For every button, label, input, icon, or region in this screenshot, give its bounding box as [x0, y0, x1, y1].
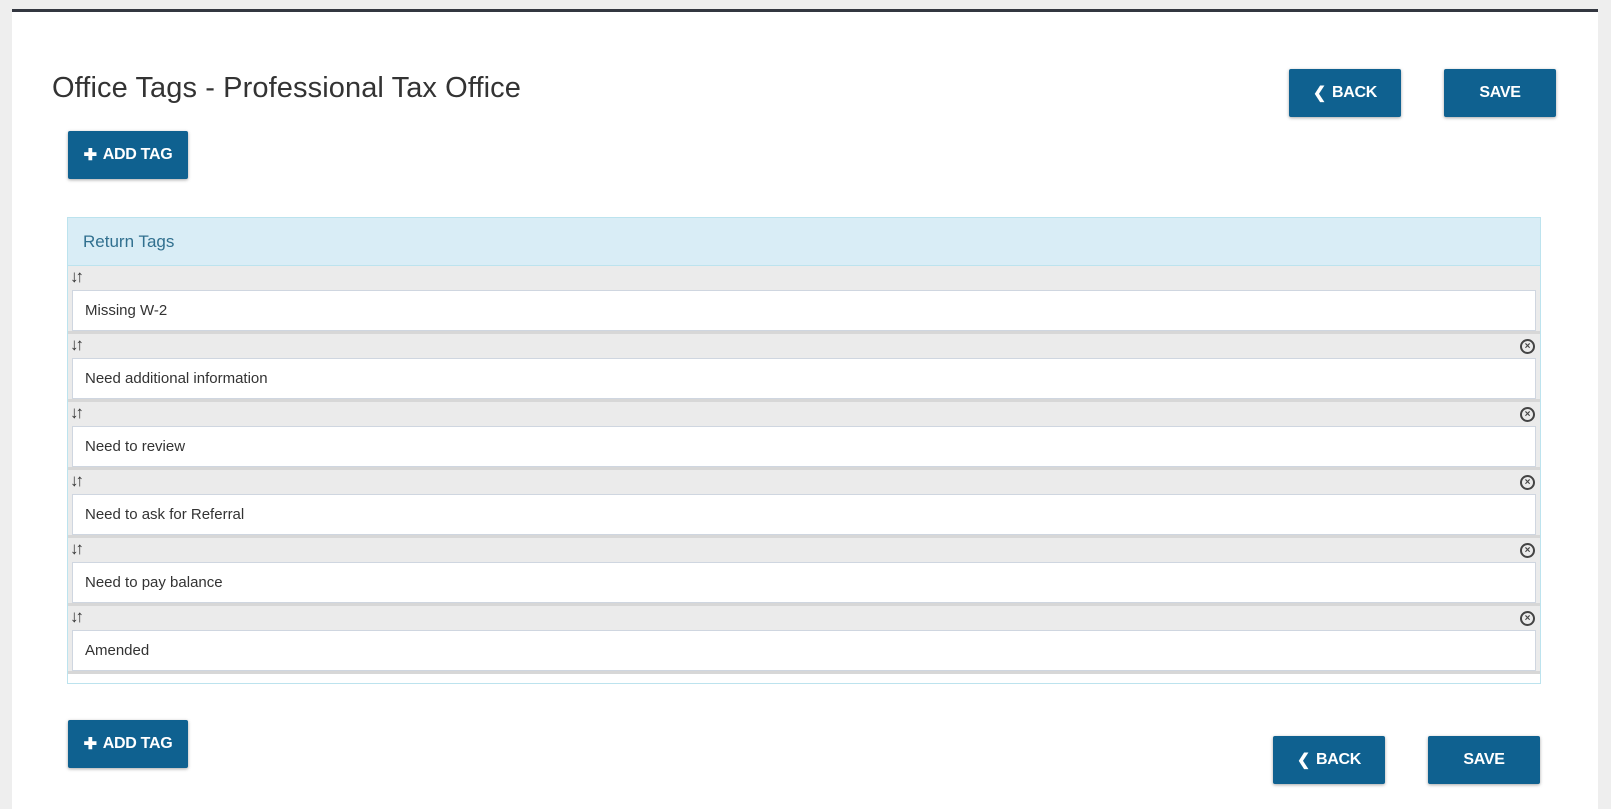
sort-handle-icon[interactable]: ↓↑ [70, 471, 84, 491]
back-button-label: BACK [1332, 84, 1378, 101]
add-tag-button-label: ADD TAG [102, 735, 173, 752]
tag-name-input[interactable] [72, 426, 1536, 467]
sort-handle-icon[interactable]: ↓↑ [70, 403, 84, 423]
tag-name-input[interactable] [72, 562, 1536, 603]
tag-row: ↓↑ × [68, 402, 1540, 470]
tag-list: ↓↑ ↓↑ × ↓↑ × ↓↑ × ↓↑ × ↓↑ × [68, 266, 1540, 674]
remove-tag-icon[interactable]: × [1520, 611, 1535, 626]
back-button-bottom[interactable]: ❮ BACK [1273, 736, 1385, 784]
remove-tag-icon[interactable]: × [1520, 475, 1535, 490]
save-button-bottom[interactable]: SAVE [1428, 736, 1540, 784]
panel-heading: Return Tags [68, 218, 1540, 266]
tag-name-input[interactable] [72, 290, 1536, 331]
tag-name-input[interactable] [72, 494, 1536, 535]
back-button-label: BACK [1316, 751, 1362, 768]
page-title: Office Tags - Professional Tax Office [52, 72, 522, 104]
sort-handle-icon[interactable]: ↓↑ [70, 335, 84, 355]
plus-icon: ✚ [83, 736, 97, 753]
tag-row: ↓↑ × [68, 334, 1540, 402]
remove-tag-icon[interactable]: × [1520, 339, 1535, 354]
tag-row: ↓↑ × [68, 606, 1540, 674]
chevron-left-icon: ❮ [1312, 85, 1327, 102]
remove-tag-icon[interactable]: × [1520, 407, 1535, 422]
sort-handle-icon[interactable]: ↓↑ [70, 607, 84, 627]
remove-tag-icon[interactable]: × [1520, 543, 1535, 558]
sort-handle-icon[interactable]: ↓↑ [70, 539, 84, 559]
return-tags-panel: Return Tags ↓↑ ↓↑ × ↓↑ × ↓↑ × ↓↑ × ↓↑ × [67, 217, 1541, 684]
save-button-top[interactable]: SAVE [1444, 69, 1556, 117]
chevron-left-icon: ❮ [1296, 752, 1311, 769]
back-button-top[interactable]: ❮ BACK [1289, 69, 1401, 117]
tag-name-input[interactable] [72, 358, 1536, 399]
add-tag-button-bottom[interactable]: ✚ ADD TAG [68, 720, 188, 768]
plus-icon: ✚ [83, 147, 97, 164]
add-tag-button-label: ADD TAG [102, 146, 173, 163]
add-tag-button-top[interactable]: ✚ ADD TAG [68, 131, 188, 179]
tag-row: ↓↑ [68, 266, 1540, 334]
tag-name-input[interactable] [72, 630, 1536, 671]
tag-row: ↓↑ × [68, 538, 1540, 606]
save-button-label: SAVE [1479, 84, 1521, 101]
tag-row: ↓↑ × [68, 470, 1540, 538]
sort-handle-icon[interactable]: ↓↑ [70, 267, 84, 287]
save-button-label: SAVE [1463, 751, 1505, 768]
page-container: Office Tags - Professional Tax Office ❮ … [12, 9, 1598, 809]
